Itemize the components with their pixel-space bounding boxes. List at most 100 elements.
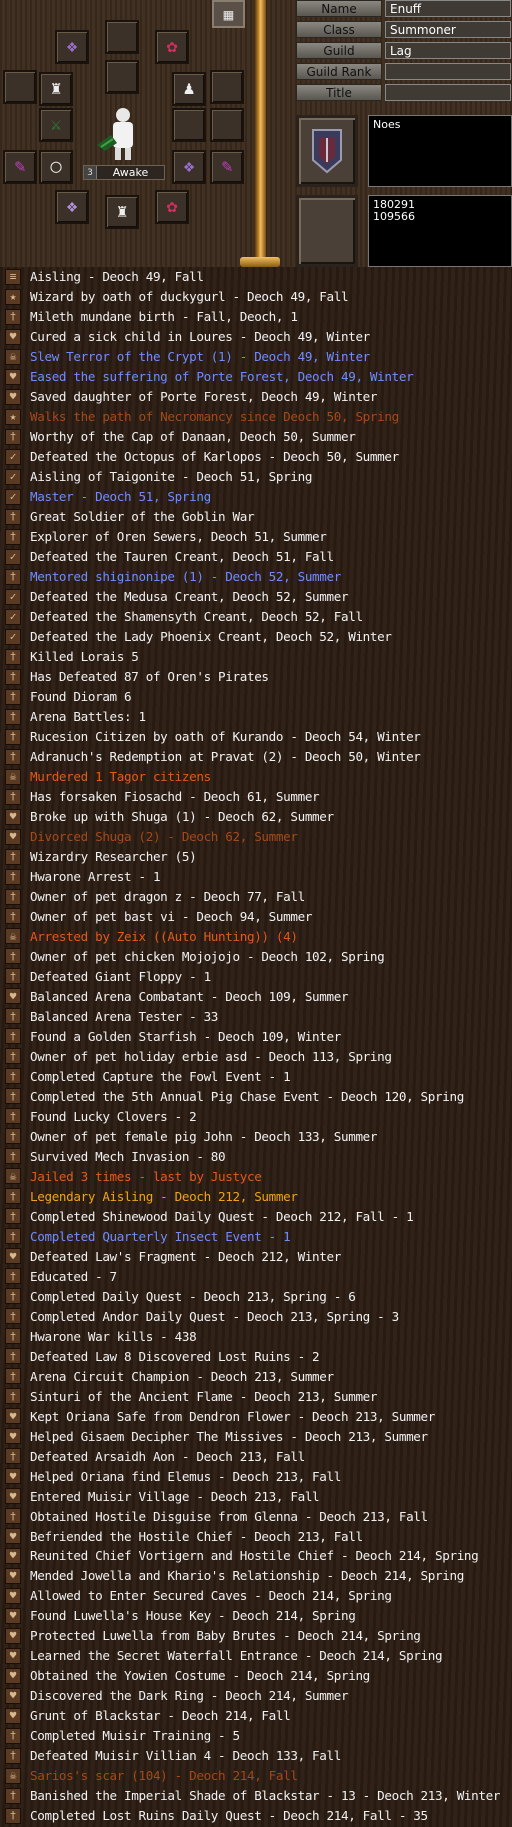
- legend-item: ☠ Sarios's scar (104) - Deoch 214, Fall: [0, 1766, 512, 1786]
- legend-text: Owner of pet holiday erbie asd - Deoch 1…: [30, 1048, 392, 1064]
- legend-text: Owner of pet dragon z - Deoch 77, Fall: [30, 889, 305, 904]
- heart-icon: ♥: [5, 1408, 21, 1425]
- legend-text: Rucesion Citizen by oath of Kurando - De…: [30, 729, 421, 745]
- heart-icon: ♥: [5, 1567, 21, 1584]
- person-icon: †: [5, 688, 21, 705]
- equip-slot-empty-2[interactable]: [105, 60, 139, 94]
- equip-slot-armor[interactable]: ♜: [39, 72, 73, 106]
- legend-text: Mentored shiginonipe (1) - Deoch 52, Sum…: [30, 569, 341, 585]
- legend-item: † Hwarone War kills - 438: [0, 1326, 512, 1346]
- legend-text: Balanced Arena Combatant - Deoch 109, Su…: [30, 988, 349, 1004]
- amulet-icon: ✿: [166, 36, 178, 57]
- equip-slot-weapon[interactable]: ⚔: [39, 108, 73, 142]
- gauntlet-icon: ✎: [221, 156, 233, 177]
- person-icon: †: [5, 1727, 21, 1744]
- legend-text: Aisling - Deoch 49, Fall: [30, 269, 204, 285]
- equip-slot-gauntlet-right[interactable]: ✎: [210, 150, 244, 184]
- person-icon: †: [5, 1128, 21, 1145]
- heart-icon: ♥: [5, 1647, 21, 1664]
- belt-icon: ❖: [66, 196, 78, 217]
- person-icon: †: [5, 1308, 21, 1325]
- legend-text: Cured a sick child in Loures - Deoch 49,…: [30, 329, 370, 345]
- legend-text: Defeated the Octopus of Karlopos - Deoch…: [30, 449, 399, 465]
- legend-text: Sarios's scar (104) - Deoch 214, Fall: [30, 1768, 298, 1784]
- legend-item: ♥ Kept Oriana Safe from Dendron Flower - …: [0, 1406, 512, 1426]
- equip-slot-belt[interactable]: ❖: [55, 190, 89, 224]
- title-field[interactable]: [385, 84, 511, 101]
- equip-slot-empty-5[interactable]: [172, 108, 206, 142]
- equip-slot-gauntlet-left[interactable]: ✎: [3, 150, 37, 184]
- legend-item: † Obtained Hostile Disguise from Glenna -…: [0, 1506, 512, 1526]
- title-label: Title: [296, 84, 382, 101]
- field-name: Name Enuff: [296, 0, 511, 17]
- legend-text: Completed Muisir Training - 5: [30, 1728, 240, 1744]
- person-icon: †: [5, 848, 21, 865]
- heart-icon: ♥: [5, 808, 21, 825]
- equip-slot-ring-right[interactable]: ❖: [172, 150, 206, 184]
- legend-item: † Mentored shiginonipe (1) - Deoch 52, Su…: [0, 567, 512, 587]
- equip-slot-shield[interactable]: ✿: [155, 190, 189, 224]
- equip-slot-ring-left[interactable]: ◯: [39, 150, 73, 184]
- person-icon: †: [5, 968, 21, 985]
- legend-item: ♥ Helped Oriana find Elemus - Deoch 213, …: [0, 1466, 512, 1486]
- legend-item: † Owner of pet female pig John - Deoch 13…: [0, 1126, 512, 1146]
- heart-icon: ♥: [5, 1528, 21, 1544]
- legend-item: ✓ Defeated the Tauren Creant, Deoch 51, F…: [0, 547, 512, 567]
- legend-item: ♥ Grunt of Blackstar - Deoch 214, Fall: [0, 1706, 512, 1726]
- heart-icon: ♥: [5, 1468, 21, 1485]
- equip-slot-empty-1[interactable]: [105, 20, 139, 54]
- legend-text: Completed Lost Ruins Daily Quest - Deoch…: [30, 1808, 428, 1824]
- class-field: Summoner: [385, 21, 511, 38]
- legend-item: † Banished the Imperial Shade of Blacksta…: [0, 1786, 512, 1806]
- legend-text: Wizard by oath of duckygurl - Deoch 49, …: [30, 289, 349, 305]
- profile-description[interactable]: Noes: [368, 115, 512, 187]
- equip-slot-necklace[interactable]: ❖: [55, 30, 89, 64]
- person-icon: †: [5, 1228, 21, 1245]
- person-icon: †: [5, 528, 21, 545]
- legend-text: Defeated Arsaidh Aon - Deoch 213, Fall: [30, 1448, 305, 1464]
- legend-item: ★ Walks the path of Necromancy since Deoc…: [0, 407, 512, 427]
- settings-button[interactable]: ▦: [212, 0, 245, 28]
- legend-text: Hwarone War kills - 438: [30, 1328, 197, 1344]
- check-icon: ✓: [5, 468, 21, 485]
- equip-slot-empty-3[interactable]: [3, 70, 37, 104]
- skull-icon: ☠: [5, 1168, 21, 1185]
- heart-icon: ♥: [5, 828, 21, 845]
- equip-slot-helm[interactable]: ♟: [172, 72, 206, 106]
- equip-slot-amulet[interactable]: ✿: [155, 30, 189, 64]
- legend-item: † Explorer of Oren Sewers, Deoch 51, Summ…: [0, 527, 512, 547]
- legend-item: † Educated - 7: [0, 1266, 512, 1286]
- heart-icon: ♥: [5, 1707, 21, 1724]
- skull-icon: ☠: [5, 1767, 21, 1784]
- heart-icon: ♥: [5, 1687, 21, 1704]
- equip-slot-empty-6[interactable]: [210, 108, 244, 142]
- legend-item: ♥ Allowed to Enter Secured Caves - Deoch …: [0, 1586, 512, 1606]
- equip-slot-boots[interactable]: ♜: [105, 195, 139, 229]
- person-icon: †: [5, 1208, 21, 1225]
- equip-slot-empty-4[interactable]: [210, 70, 244, 104]
- legend-text: Killed Lorais 5: [30, 649, 139, 665]
- legend-text: Completed the 5th Annual Pig Chase Event…: [30, 1088, 464, 1104]
- wizard-icon: ★: [5, 408, 21, 425]
- character-sprite: [95, 105, 151, 163]
- legend-item: ♥ Protected Luwella from Baby Brutes - De…: [0, 1626, 512, 1646]
- heart-icon: ♥: [5, 1587, 21, 1604]
- legend-item: † Has Defeated 87 of Oren's Pirates: [0, 667, 512, 687]
- legend-item: † Completed the 5th Annual Pig Chase Even…: [0, 1086, 512, 1106]
- legend-text: Eased the suffering of Porte Forest, Deo…: [30, 369, 414, 385]
- legend-text: Owner of pet female pig John - Deoch 133…: [30, 1128, 378, 1144]
- helm-icon: ♟: [183, 78, 195, 99]
- portrait-frame[interactable]: [296, 195, 358, 267]
- heart-icon: ♥: [5, 988, 21, 1005]
- legend-item: † Survived Mech Invasion - 80: [0, 1146, 512, 1166]
- legend-item: † Worthy of the Cap of Danaan, Deoch 50, …: [0, 427, 512, 447]
- status-field: 3 Awake: [83, 165, 165, 180]
- check-icon: ✓: [5, 588, 21, 605]
- person-icon: †: [5, 948, 21, 965]
- legend-text: Slew Terror of the Crypt (1) - Deoch 49,…: [30, 349, 370, 365]
- scroll-icon: ≡: [5, 268, 21, 285]
- legend-item: † Arena Battles: 1: [0, 707, 512, 727]
- legend-text: Defeated the Shamensyth Creant, Deoch 52…: [30, 609, 363, 625]
- legend-item: † Defeated Giant Floppy - 1: [0, 966, 512, 986]
- guild-emblem-icon: [312, 129, 342, 174]
